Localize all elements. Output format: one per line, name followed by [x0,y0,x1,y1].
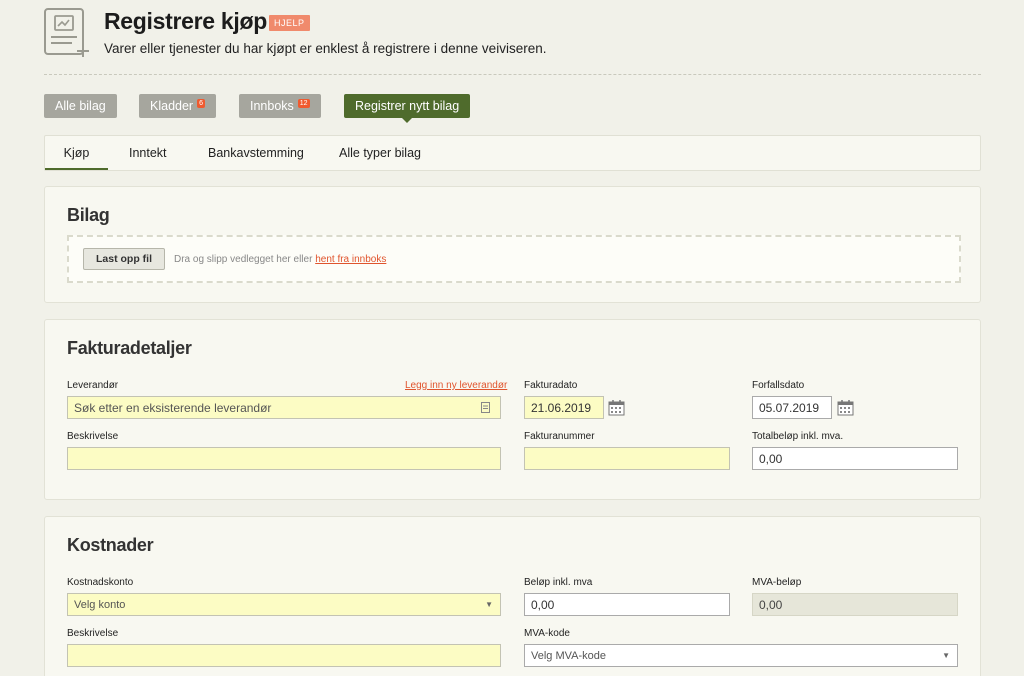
due-date-label: Forfallsdato [752,380,805,391]
vat-amount-label: MVA-beløp [752,577,802,588]
voucher-title: Bilag [67,205,110,225]
help-button[interactable]: HJELP [269,15,310,31]
drafts-button[interactable]: Kladder 6 [139,94,216,118]
vat-code-value: Velg MVA-kode [531,649,607,662]
invoice-number-field[interactable] [524,447,730,470]
inbox-button[interactable]: Innboks 12 [239,94,321,118]
vat-code-label: MVA-kode [524,628,570,639]
drafts-count-badge: 6 [197,98,205,108]
fetch-from-inbox-link[interactable]: hent fra innboks [315,254,386,265]
contact-card-icon [481,402,490,413]
voucher-type-tabs: Kjøp Inntekt Bankavstemming Alle typer b… [44,135,981,171]
page-title: Registrere kjøp [104,8,267,34]
chevron-down-icon: ▼ [942,651,950,660]
supplier-search-field[interactable] [67,396,501,419]
chevron-down-icon: ▼ [485,600,493,609]
page-subtitle: Varer eller tjenester du har kjøpt er en… [104,41,547,56]
invoice-date-calendar-icon[interactable] [608,399,625,416]
cost-account-value: Velg konto [74,598,126,611]
tab-all-voucher-types[interactable]: Alle typer bilag [339,136,421,170]
amount-incl-vat-label: Beløp inkl. mva [524,577,593,588]
add-new-supplier-link[interactable]: Legg inn ny leverandør [405,380,507,391]
tab-income[interactable]: Inntekt [129,136,167,170]
supplier-label: Leverandør [67,380,119,391]
invoice-date-label: Fakturadato [524,380,578,391]
amount-incl-vat-field[interactable]: 0,00 [524,593,730,616]
inbox-count-badge: 12 [297,98,310,108]
cost-description-label: Beskrivelse [67,628,119,639]
drop-instructions: Dra og slipp vedlegget her eller hent fr… [174,254,386,265]
purchase-document-icon [44,8,90,58]
cost-description-field[interactable] [67,644,501,667]
drop-text: Dra og slipp vedlegget her eller [174,254,313,265]
due-date-field[interactable]: 05.07.2019 [752,396,832,419]
tab-purchase[interactable]: Kjøp [45,136,108,170]
description-label: Beskrivelse [67,431,119,442]
total-amount-label: Totalbeløp inkl. mva. [752,431,844,442]
drafts-label: Kladder [150,99,194,113]
total-amount-field[interactable]: 0,00 [752,447,958,470]
header-divider [44,74,981,75]
invoice-details-title: Fakturadetaljer [67,338,192,358]
invoice-number-label: Fakturanummer [524,431,595,442]
description-field[interactable] [67,447,501,470]
vat-code-select[interactable]: Velg MVA-kode ▼ [524,644,958,667]
inbox-label: Innboks [250,99,294,113]
register-new-voucher-button[interactable]: Registrer nytt bilag [344,94,471,123]
due-date-calendar-icon[interactable] [837,399,854,416]
supplier-search-input[interactable] [74,400,494,415]
cost-account-select[interactable]: Velg konto ▼ [67,593,501,616]
all-vouchers-button[interactable]: Alle bilag [44,94,117,118]
all-vouchers-label: Alle bilag [55,99,106,113]
register-new-label: Registrer nytt bilag [355,99,460,113]
cost-account-label: Kostnadskonto [67,577,134,588]
tab-bank-reconciliation[interactable]: Bankavstemming [208,136,304,170]
upload-file-button[interactable]: Last opp fil [83,248,165,270]
costs-title: Kostnader [67,535,154,555]
invoice-date-field[interactable]: 21.06.2019 [524,396,604,419]
vat-amount-field: 0,00 [752,593,958,616]
